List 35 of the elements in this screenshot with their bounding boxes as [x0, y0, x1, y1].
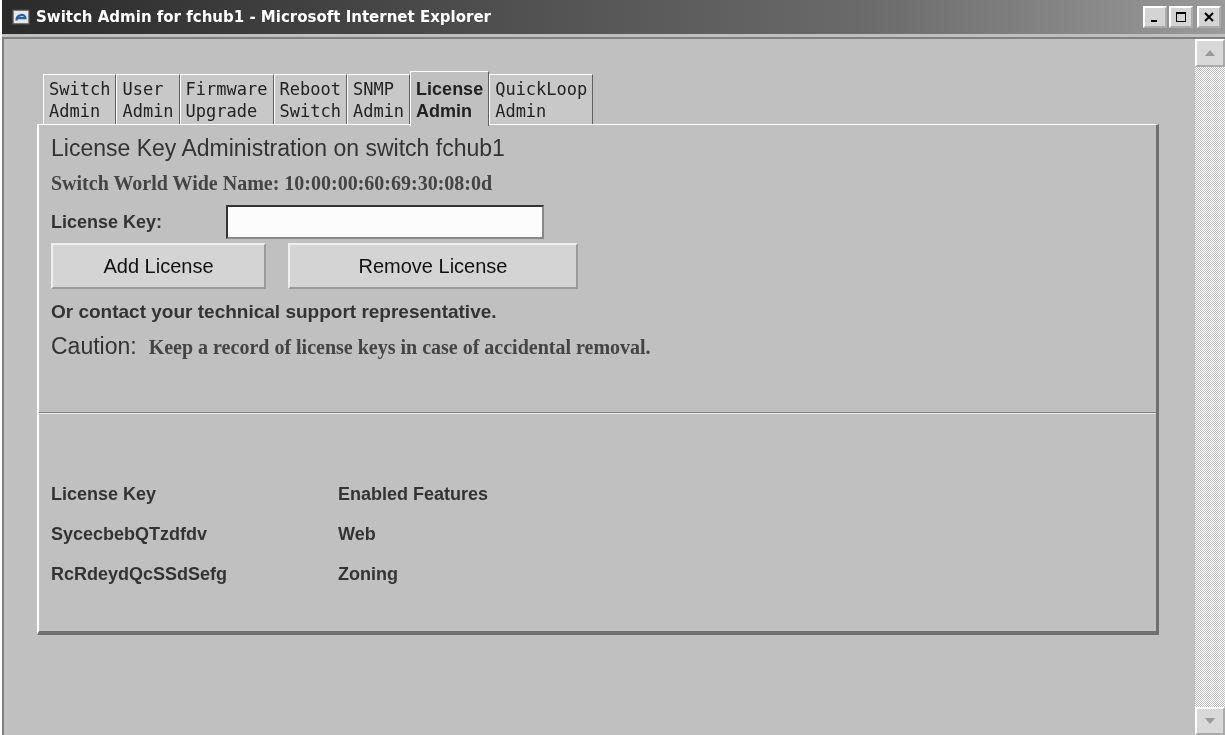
column-header: Enabled Features	[338, 483, 490, 505]
tab[interactable]: SNMP Admin	[346, 74, 411, 124]
caution-label: Caution:	[51, 333, 137, 360]
table-cell-text: Zoning	[338, 563, 399, 585]
world-wide-name: Switch World Wide Name: 10:00:00:60:69:30:08:0d	[51, 172, 494, 195]
close-icon	[1204, 12, 1214, 22]
browser-icon	[12, 8, 30, 26]
tab[interactable]: Switch Admin	[43, 74, 117, 124]
maximize-icon	[1176, 12, 1186, 22]
scroll-down-button[interactable]	[1195, 707, 1225, 735]
tab[interactable]: Firmware Upgrade	[179, 74, 274, 124]
minimize-button[interactable]	[1143, 6, 1167, 28]
tab[interactable]: License Admin	[410, 71, 490, 126]
scrollbar[interactable]	[1195, 39, 1225, 735]
scroll-up-button[interactable]	[1195, 39, 1225, 67]
caution-text: Keep a record of license keys in case of accidental removal.	[148, 336, 651, 359]
contact-note: Or contact your technical support representative.	[51, 301, 498, 323]
window-title: Switch Admin for fchub1 - Microsoft Internet Explorer	[36, 8, 492, 26]
license-key-field[interactable]	[226, 205, 544, 239]
table-cell-text: SycecbebQTzdfdv	[51, 523, 209, 545]
column-header: License Key	[51, 483, 158, 505]
tab[interactable]: QuickLoop Admin	[489, 74, 594, 124]
up-arrow-icon	[1205, 50, 1215, 56]
tab[interactable]: Reboot Switch	[273, 74, 347, 124]
table-cell-text: Web	[338, 523, 377, 545]
maximize-button[interactable]	[1169, 6, 1193, 28]
minimize-icon	[1150, 20, 1157, 22]
table-cell-text: RcRdeydQcSSdSefg	[51, 563, 229, 585]
close-button[interactable]	[1197, 6, 1221, 28]
down-arrow-icon	[1205, 718, 1215, 724]
field-label: License Key:	[51, 211, 164, 233]
license-button[interactable]: Remove License	[288, 243, 578, 289]
tab[interactable]: User Admin	[116, 74, 180, 124]
license-button[interactable]: Add License	[51, 243, 266, 289]
page-heading: License Key Administration on switch fchub1	[51, 135, 506, 162]
